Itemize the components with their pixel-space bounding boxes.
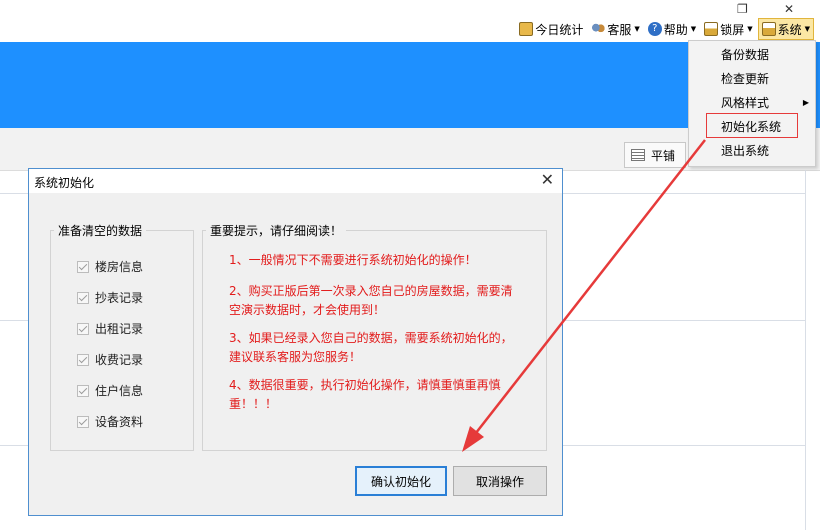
annotation-arrow xyxy=(462,139,706,452)
